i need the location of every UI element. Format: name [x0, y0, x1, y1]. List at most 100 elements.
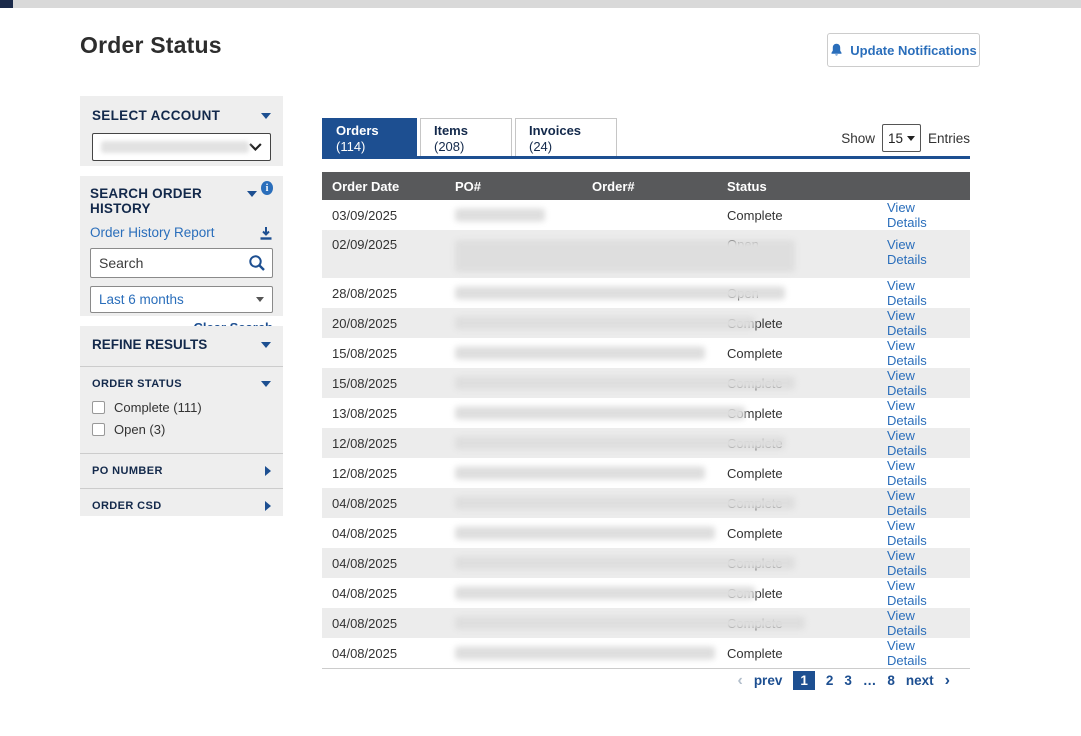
redacted-po-order — [455, 557, 795, 570]
table-row: 04/08/2025CompleteView Details — [322, 608, 970, 638]
tab-label: Items — [434, 123, 511, 139]
show-label: Show — [841, 131, 875, 146]
view-details-link[interactable]: View Details — [887, 578, 970, 608]
view-details-link[interactable]: View Details — [887, 428, 970, 458]
info-icon[interactable]: i — [261, 181, 273, 195]
order-date-cell: 04/08/2025 — [332, 496, 455, 511]
tab-orders[interactable]: Orders (114) — [322, 118, 417, 156]
account-select[interactable] — [92, 133, 271, 161]
entries-per-page-select[interactable]: 15 — [882, 124, 921, 152]
tab-label: Orders — [336, 123, 416, 139]
refine-results-header[interactable]: REFINE RESULTS — [92, 337, 271, 352]
filter-option-open[interactable]: Open (3) — [92, 422, 271, 437]
date-range-select[interactable]: Last 6 months — [90, 286, 273, 313]
top-strip — [0, 0, 1081, 8]
redacted-po-order — [455, 377, 795, 390]
redacted-po-order — [455, 407, 745, 420]
chevron-down-icon — [249, 143, 262, 151]
table-row: 02/09/2025OpenView Details — [322, 230, 970, 278]
order-status-filter-header[interactable]: ORDER STATUS — [92, 378, 271, 390]
redacted-po-order — [455, 347, 705, 360]
order-date-cell: 04/08/2025 — [332, 526, 455, 541]
view-details-link[interactable]: View Details — [887, 488, 970, 518]
next-chevron-icon[interactable]: › — [945, 673, 950, 689]
update-notifications-button[interactable]: Update Notifications — [827, 33, 980, 67]
table-row: 12/08/2025CompleteView Details — [322, 458, 970, 488]
page-button-3[interactable]: 3 — [844, 673, 852, 688]
redacted-po-order — [455, 527, 715, 540]
status-cell: Complete — [727, 646, 887, 661]
pagination-ellipsis: … — [863, 673, 877, 688]
order-date-cell: 20/08/2025 — [332, 316, 455, 331]
order-date-cell: 15/08/2025 — [332, 376, 455, 391]
page-button-1[interactable]: 1 — [793, 671, 815, 690]
column-header-order-number: Order# — [592, 179, 727, 194]
view-details-link[interactable]: View Details — [887, 200, 970, 230]
page-title: Order Status — [80, 32, 222, 59]
order-date-cell: 28/08/2025 — [332, 286, 455, 301]
order-date-cell: 04/08/2025 — [332, 646, 455, 661]
order-csd-filter-header[interactable]: ORDER CSD — [92, 500, 271, 512]
chevron-down-icon — [261, 381, 271, 387]
redacted-po-order — [455, 587, 755, 600]
view-details-link[interactable]: View Details — [887, 638, 970, 668]
redacted-po-order — [455, 617, 805, 630]
checkbox[interactable] — [92, 401, 105, 414]
view-details-link[interactable]: View Details — [887, 278, 970, 308]
select-account-header[interactable]: SELECT ACCOUNT — [92, 108, 271, 123]
search-order-history-panel: SEARCH ORDER HISTORY i Order History Rep… — [80, 176, 283, 316]
bell-icon — [830, 43, 843, 57]
view-details-link[interactable]: View Details — [887, 608, 970, 638]
checkbox[interactable] — [92, 423, 105, 436]
table-row: 12/08/2025CompleteView Details — [322, 428, 970, 458]
page-button-2[interactable]: 2 — [826, 673, 834, 688]
tab-invoices[interactable]: Invoices (24) — [515, 118, 617, 156]
prev-chevron-icon[interactable]: ‹ — [737, 673, 742, 689]
view-details-link[interactable]: View Details — [887, 518, 970, 548]
order-status-filter-title: ORDER STATUS — [92, 378, 182, 390]
page-button-8[interactable]: 8 — [887, 673, 895, 688]
chevron-right-icon — [265, 466, 271, 476]
chevron-right-icon — [265, 501, 271, 511]
download-icon[interactable] — [259, 226, 273, 240]
chevron-down-icon — [256, 297, 264, 302]
tab-items[interactable]: Items (208) — [420, 118, 512, 156]
date-range-value: Last 6 months — [99, 292, 184, 307]
order-date-cell: 04/08/2025 — [332, 586, 455, 601]
view-details-link[interactable]: View Details — [887, 338, 970, 368]
prev-page-button[interactable]: prev — [754, 673, 783, 688]
next-page-button[interactable]: next — [906, 673, 934, 688]
table-row: 15/08/2025CompleteView Details — [322, 338, 970, 368]
table-row: 03/09/2025CompleteView Details — [322, 200, 970, 230]
view-details-link[interactable]: View Details — [887, 458, 970, 488]
view-details-link[interactable]: View Details — [887, 237, 970, 267]
refine-results-panel: REFINE RESULTS ORDER STATUS Complete (11… — [80, 326, 283, 516]
order-date-cell: 04/08/2025 — [332, 616, 455, 631]
redacted-po-order — [455, 467, 705, 480]
column-header-po: PO# — [455, 179, 592, 194]
view-details-link[interactable]: View Details — [887, 368, 970, 398]
chevron-down-icon[interactable] — [247, 191, 257, 197]
order-date-cell: 12/08/2025 — [332, 436, 455, 451]
table-body: 03/09/2025CompleteView Details02/09/2025… — [322, 200, 970, 669]
view-details-link[interactable]: View Details — [887, 398, 970, 428]
redacted-po-order — [455, 647, 715, 660]
view-details-link[interactable]: View Details — [887, 548, 970, 578]
chevron-down-icon — [261, 342, 271, 348]
order-history-report-link[interactable]: Order History Report — [90, 225, 215, 240]
search-icon[interactable] — [248, 254, 266, 272]
nav-remnant — [0, 0, 13, 8]
chevron-down-icon — [261, 113, 271, 119]
redacted-account-value — [101, 141, 249, 153]
po-number-filter-header[interactable]: PO NUMBER — [92, 465, 271, 477]
order-date-cell: 12/08/2025 — [332, 466, 455, 481]
status-cell: Complete — [727, 406, 887, 421]
chevron-down-icon — [907, 136, 915, 141]
table-row: 04/08/2025CompleteView Details — [322, 518, 970, 548]
table-row: 13/08/2025CompleteView Details — [322, 398, 970, 428]
filter-option-complete[interactable]: Complete (111) — [92, 400, 271, 415]
po-number-filter-title: PO NUMBER — [92, 465, 163, 477]
search-input[interactable] — [90, 248, 273, 278]
view-details-link[interactable]: View Details — [887, 308, 970, 338]
tab-count: (208) — [434, 139, 511, 154]
